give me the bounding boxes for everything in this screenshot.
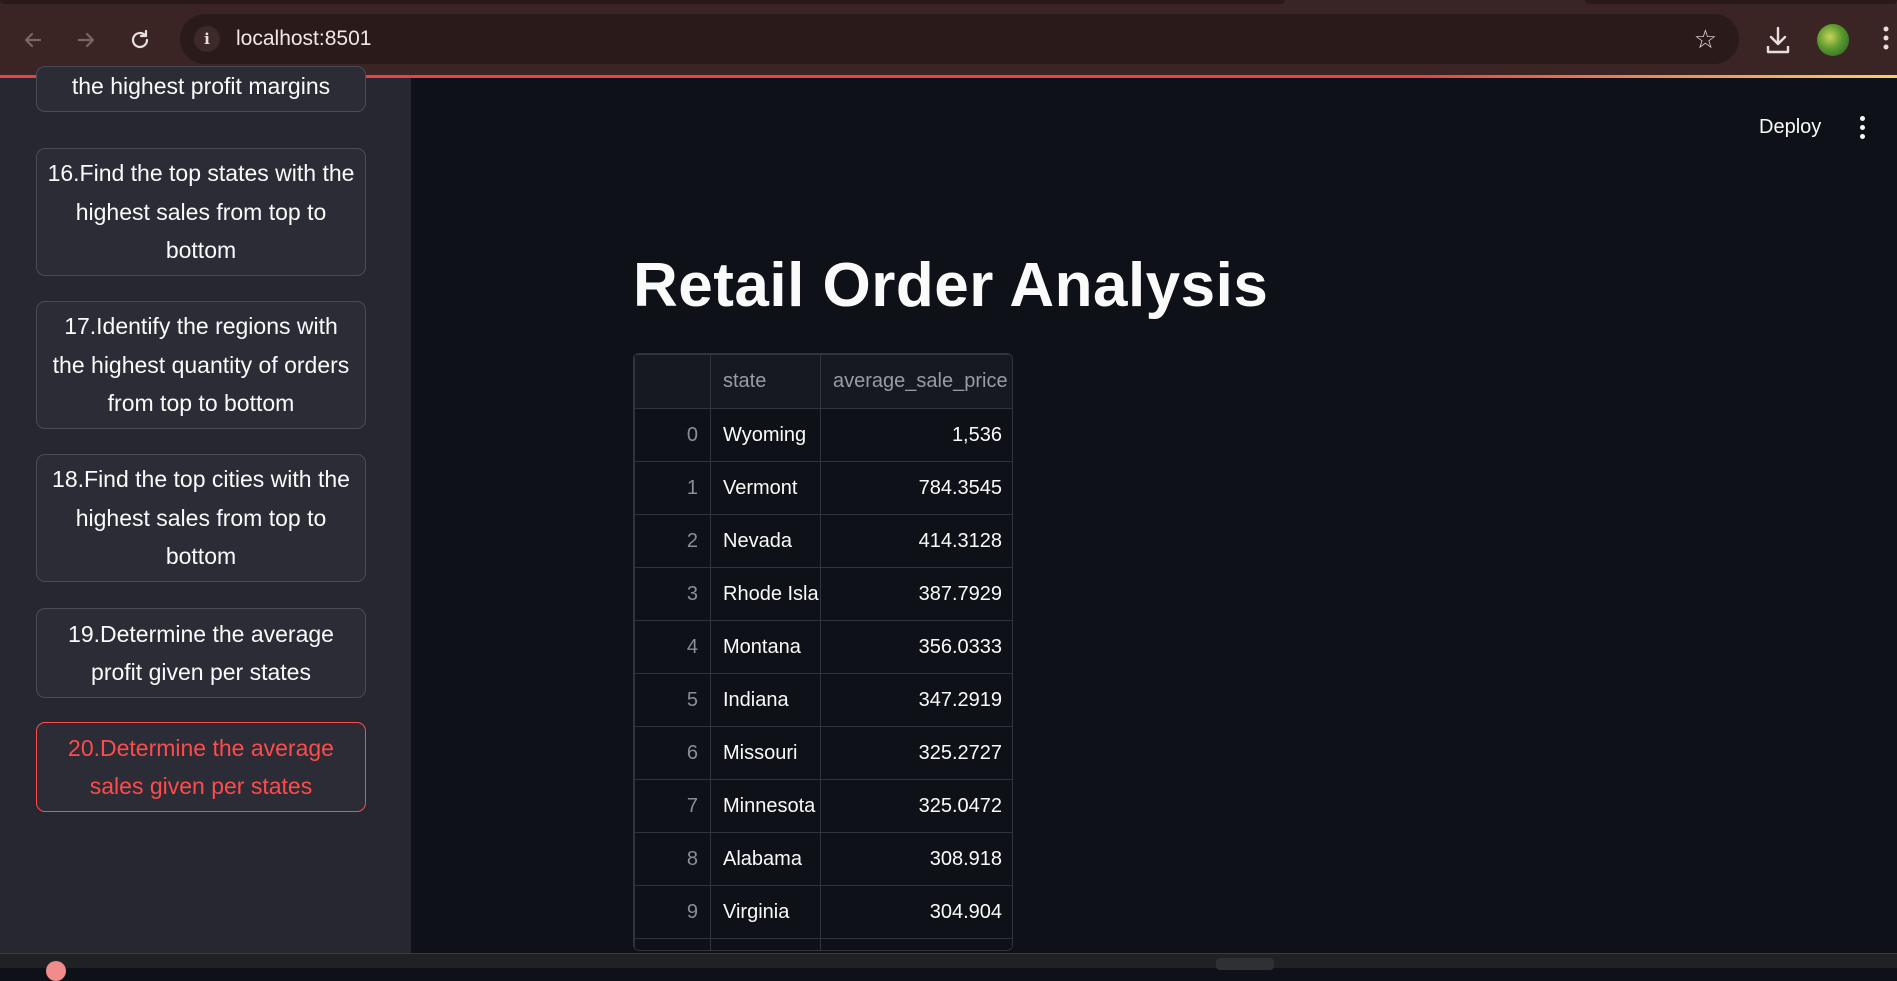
row-index-cell[interactable]: 7 (634, 779, 711, 833)
sidebar-button-label: 19.Determine the average profit given pe… (68, 620, 334, 686)
table-row[interactable]: 7 Minnesota 325.0472 (634, 779, 1012, 833)
site-info-icon[interactable]: i (194, 26, 220, 52)
sidebar-button-15[interactable]: the highest profit margins (36, 66, 366, 112)
table-row[interactable]: 1 Vermont 784.3545 (634, 461, 1012, 515)
taskbar-edge (0, 953, 1897, 968)
empty-cell (634, 938, 711, 950)
deploy-button[interactable]: Deploy (1759, 116, 1821, 139)
sidebar-button-18[interactable]: 18.Find the top cities with the highest … (36, 454, 366, 582)
table-row[interactable]: 4 Montana 356.0333 (634, 620, 1012, 674)
row-index-cell[interactable]: 2 (634, 514, 711, 568)
row-index-cell[interactable]: 5 (634, 673, 711, 727)
row-index-cell[interactable]: 1 (634, 461, 711, 515)
address-bar[interactable]: i localhost:8501 ☆ (180, 14, 1739, 64)
column-header-index[interactable] (634, 354, 711, 409)
table-row[interactable]: 5 Indiana 347.2919 (634, 673, 1012, 727)
sidebar: the highest profit margins 16.Find the t… (0, 66, 411, 953)
sidebar-button-16[interactable]: 16.Find the top states with the highest … (36, 148, 366, 276)
sidebar-button-label: 18.Find the top cities with the highest … (52, 466, 350, 570)
forward-icon[interactable] (68, 22, 104, 58)
state-cell[interactable]: Montana (710, 620, 821, 674)
row-index-cell[interactable]: 0 (634, 408, 711, 462)
table-row[interactable]: 9 Virginia 304.904 (634, 885, 1012, 939)
average-sale-price-cell[interactable]: 414.3128 (820, 514, 1012, 568)
state-cell[interactable]: Rhode Island (710, 567, 821, 621)
state-cell[interactable]: Minnesota (710, 779, 821, 833)
profile-avatar[interactable] (1817, 24, 1849, 56)
average-sale-price-cell[interactable]: 387.7929 (820, 567, 1012, 621)
average-sale-price-cell[interactable]: 356.0333 (820, 620, 1012, 674)
average-sale-price-cell[interactable]: 325.2727 (820, 726, 1012, 780)
average-sale-price-cell[interactable]: 308.918 (820, 832, 1012, 886)
average-sale-price-cell[interactable]: 304.904 (820, 885, 1012, 939)
state-cell[interactable]: Indiana (710, 673, 821, 727)
table-row[interactable]: 6 Missouri 325.2727 (634, 726, 1012, 780)
column-header-average-sale-price[interactable]: average_sale_price (820, 354, 1012, 409)
download-icon[interactable] (1762, 22, 1794, 58)
average-sale-price-cell[interactable]: 784.3545 (820, 461, 1012, 515)
tab-strip-edge (1585, 0, 1897, 4)
dataframe-table[interactable]: state average_sale_price 0 Wyoming 1,536 1 V… (633, 353, 1013, 951)
empty-cell (710, 938, 821, 950)
table-row[interactable]: 0 Wyoming 1,536 (634, 408, 1012, 462)
bookmark-star-icon[interactable]: ☆ (1694, 24, 1717, 55)
table-row[interactable]: 3Rhode Island387.7929 (634, 567, 1012, 621)
state-cell[interactable]: Vermont (710, 461, 821, 515)
sidebar-button-17[interactable]: 17.Identify the regions with the highest… (36, 301, 366, 429)
table-row-partial (634, 938, 1012, 950)
empty-cell (820, 938, 1012, 950)
column-header-state[interactable]: state (710, 354, 821, 409)
page-title: Retail Order Analysis (633, 251, 1269, 320)
state-cell[interactable]: Nevada (710, 514, 821, 568)
sidebar-button-label: 16.Find the top states with the highest … (47, 160, 355, 264)
state-cell[interactable]: Missouri (710, 726, 821, 780)
url-text: localhost:8501 (236, 27, 372, 50)
row-index-cell[interactable]: 3 (634, 567, 711, 621)
taskbar-item[interactable] (1216, 958, 1274, 970)
row-index-cell[interactable]: 4 (634, 620, 711, 674)
state-cell[interactable]: Wyoming (710, 408, 821, 462)
tab-strip-edge (0, 0, 1285, 4)
average-sale-price-cell[interactable]: 325.0472 (820, 779, 1012, 833)
state-cell[interactable]: Virginia (710, 885, 821, 939)
sidebar-button-label: 20.Determine the average sales given per… (68, 734, 334, 800)
table-row[interactable]: 2 Nevada 414.3128 (634, 514, 1012, 568)
average-sale-price-cell[interactable]: 1,536 (820, 408, 1012, 462)
reload-icon[interactable] (122, 22, 158, 58)
row-index-cell[interactable]: 8 (634, 832, 711, 886)
main-menu-icon[interactable] (1857, 116, 1867, 142)
sidebar-button-label: the highest profit margins (71, 72, 331, 99)
average-sale-price-cell[interactable]: 347.2919 (820, 673, 1012, 727)
taskbar-app-icon[interactable] (46, 961, 66, 981)
table-row[interactable]: 8 Alabama 308.918 (634, 832, 1012, 886)
row-index-cell[interactable]: 6 (634, 726, 711, 780)
browser-menu-icon[interactable] (1882, 24, 1894, 52)
sidebar-button-label: 17.Identify the regions with the highest… (52, 313, 350, 417)
table-header-row: state average_sale_price (634, 354, 1012, 409)
state-cell[interactable]: Alabama (710, 832, 821, 886)
sidebar-button-19[interactable]: 19.Determine the average profit given pe… (36, 608, 366, 698)
sidebar-button-20[interactable]: 20.Determine the average sales given per… (36, 722, 366, 812)
row-index-cell[interactable]: 9 (634, 885, 711, 939)
back-icon[interactable] (15, 22, 51, 58)
